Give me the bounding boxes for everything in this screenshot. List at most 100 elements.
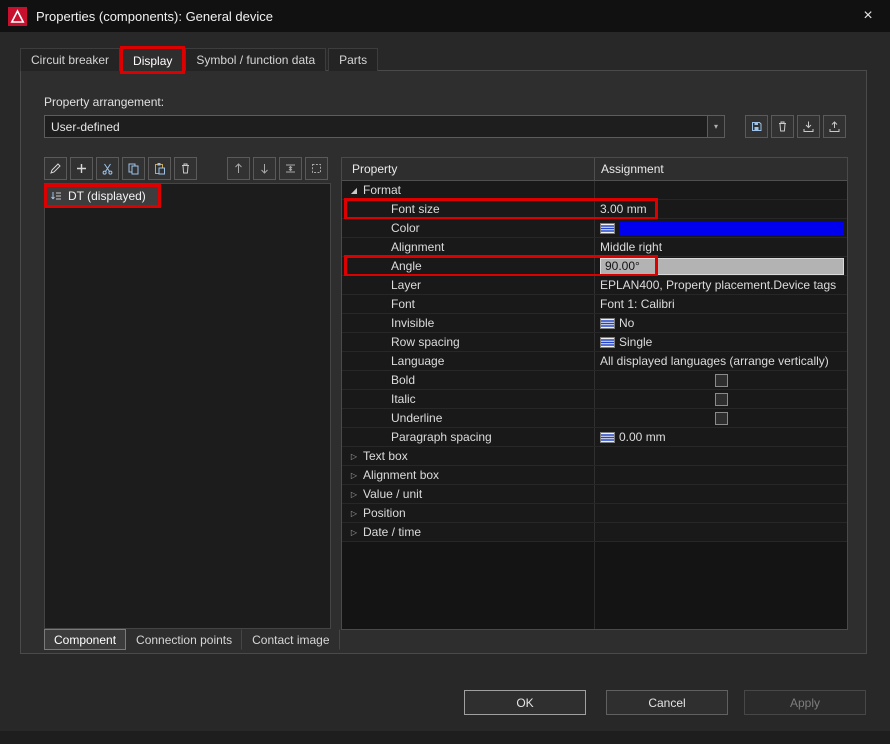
tab-connection-points[interactable]: Connection points — [126, 629, 243, 650]
save-icon — [750, 120, 763, 133]
dt-icon — [50, 190, 63, 203]
property-label: Italic — [391, 392, 416, 406]
layer-setting-icon — [600, 431, 615, 443]
property-label: Font — [391, 297, 416, 311]
assignment-value: Single — [619, 335, 653, 349]
tab-component[interactable]: Component — [44, 629, 127, 650]
grid-row-font[interactable]: Font Font 1: Calibri — [342, 295, 847, 314]
tab-parts[interactable]: Parts — [328, 48, 379, 71]
selected-arrangement: User-defined — [51, 119, 120, 134]
import-scheme-button[interactable] — [797, 115, 820, 138]
expand-icon[interactable]: ▷ — [347, 471, 361, 480]
list-item-dt-displayed[interactable]: DT (displayed) — [44, 184, 161, 208]
expand-icon[interactable]: ▷ — [347, 509, 361, 518]
device-structure-list[interactable]: DT (displayed) — [44, 183, 331, 629]
grid-row-color[interactable]: Color — [342, 219, 847, 238]
tab-symbol-function-data[interactable]: Symbol / function data — [185, 48, 327, 71]
tab-label: Connection points — [136, 632, 233, 647]
apply-button[interactable]: Apply — [744, 690, 866, 715]
delete-scheme-button[interactable] — [771, 115, 794, 138]
grid-row-row-spacing[interactable]: Row spacing Single — [342, 333, 847, 352]
frame-button[interactable] — [305, 157, 328, 180]
assignment-value: 0.00 mm — [619, 430, 666, 444]
cut-button[interactable] — [96, 157, 119, 180]
paste-icon — [153, 162, 166, 175]
grid-row-underline[interactable]: Underline — [342, 409, 847, 428]
grid-row-language[interactable]: Language All displayed languages (arrange… — [342, 352, 847, 371]
grid-row-value-unit[interactable]: ▷ Value / unit — [342, 485, 847, 504]
new-button[interactable] — [70, 157, 93, 180]
underline-checkbox[interactable] — [714, 411, 728, 425]
copy-icon — [127, 162, 140, 175]
spacing-button[interactable] — [279, 157, 302, 180]
grid-row-alignment-box[interactable]: ▷ Alignment box — [342, 466, 847, 485]
frame-icon — [310, 162, 323, 175]
layer-setting-icon — [600, 222, 615, 234]
cancel-button[interactable]: Cancel — [606, 690, 728, 715]
grid-row-paragraph-spacing[interactable]: Paragraph spacing 0.00 mm — [342, 428, 847, 447]
edit-button[interactable] — [44, 157, 67, 180]
save-scheme-button[interactable] — [745, 115, 768, 138]
tab-circuit-breaker[interactable]: Circuit breaker — [20, 48, 121, 71]
paste-button[interactable] — [148, 157, 171, 180]
delete-button[interactable] — [174, 157, 197, 180]
list-item-label: DT (displayed) — [68, 189, 146, 203]
tab-display[interactable]: Display — [120, 46, 186, 74]
ok-button[interactable]: OK — [464, 690, 586, 715]
property-label: Invisible — [391, 316, 435, 330]
collapse-icon[interactable]: ◢ — [347, 186, 361, 195]
spacing-icon — [284, 162, 297, 175]
grid-row-italic[interactable]: Italic — [342, 390, 847, 409]
window-title: Properties (components): General device — [36, 8, 274, 24]
property-label: Color — [391, 221, 420, 235]
properties-dialog: { "titlebar": { "title": "Properties (co… — [0, 0, 890, 744]
tab-contact-image[interactable]: Contact image — [242, 629, 340, 650]
color-swatch[interactable] — [619, 221, 844, 235]
property-label: Language — [391, 354, 445, 368]
tab-label: Display — [133, 53, 173, 68]
tab-label: Contact image — [252, 632, 330, 647]
property-label: Format — [363, 183, 402, 197]
move-up-button[interactable] — [227, 157, 250, 180]
copy-button[interactable] — [122, 157, 145, 180]
grid-row-date-time[interactable]: ▷ Date / time — [342, 523, 847, 542]
property-arrangement-select[interactable]: User-defined ▾ — [44, 115, 725, 138]
property-label: Date / time — [363, 525, 422, 539]
grid-row-alignment[interactable]: Alignment Middle right — [342, 238, 847, 257]
property-label: Alignment — [391, 240, 445, 254]
move-down-button[interactable] — [253, 157, 276, 180]
grid-row-text-box[interactable]: ▷ Text box — [342, 447, 847, 466]
property-grid-body: ◢ Format Font size 3.00 mm Color Alignment Mid… — [342, 181, 847, 629]
eplan-logo-icon — [8, 6, 27, 26]
property-label: Layer — [391, 278, 422, 292]
arrow-up-icon — [232, 162, 245, 175]
grid-row-font-size[interactable]: Font size 3.00 mm — [342, 198, 847, 220]
window-bottom-edge — [0, 731, 890, 744]
grid-row-position[interactable]: ▷ Position — [342, 504, 847, 523]
column-header-assignment[interactable]: Assignment — [595, 158, 847, 180]
tab-label: Symbol / function data — [196, 53, 316, 67]
bold-checkbox[interactable] — [714, 373, 728, 387]
angle-input[interactable]: 90.00° — [600, 257, 844, 275]
property-arrangement-label: Property arrangement: — [44, 95, 165, 109]
expand-icon[interactable]: ▷ — [347, 452, 361, 461]
grid-header: Property Assignment — [342, 158, 847, 181]
export-scheme-button[interactable] — [823, 115, 846, 138]
chevron-down-icon[interactable]: ▾ — [707, 116, 724, 137]
grid-row-angle[interactable]: Angle 90.00° — [342, 255, 847, 277]
expand-icon[interactable]: ▷ — [347, 490, 361, 499]
export-icon — [828, 120, 841, 133]
italic-checkbox[interactable] — [714, 392, 728, 406]
expand-icon[interactable]: ▷ — [347, 528, 361, 537]
column-header-property[interactable]: Property — [342, 158, 595, 180]
grid-row-format[interactable]: ◢ Format — [342, 181, 847, 200]
main-tabstrip: Circuit breaker Display Symbol / functio… — [20, 46, 380, 74]
assignment-value: EPLAN400, Property placement.Device tags — [600, 278, 837, 292]
property-label: Paragraph spacing — [391, 430, 492, 444]
close-icon[interactable]: × — [854, 3, 882, 29]
grid-row-invisible[interactable]: Invisible No — [342, 314, 847, 333]
titlebar: Properties (components): General device … — [0, 0, 890, 32]
grid-row-bold[interactable]: Bold — [342, 371, 847, 390]
layer-setting-icon — [600, 317, 615, 329]
grid-row-layer[interactable]: Layer EPLAN400, Property placement.Device… — [342, 276, 847, 295]
